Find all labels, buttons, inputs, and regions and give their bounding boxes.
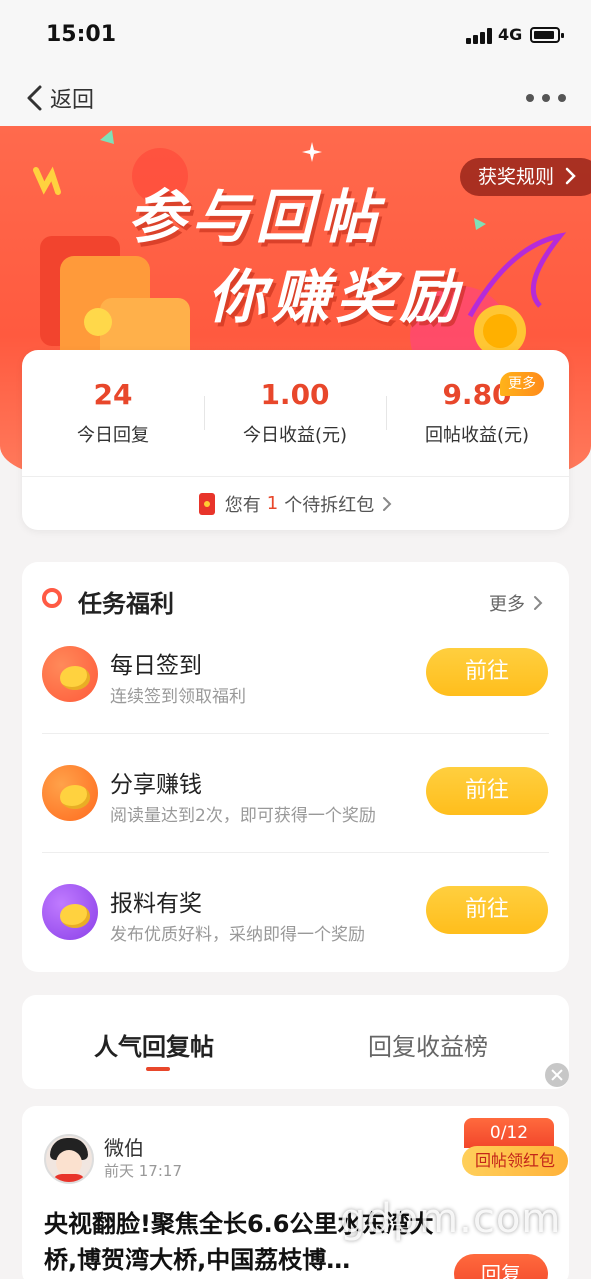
task-benefits-card: 任务福利 更多 每日签到 连续签到领取福利 前往 分享赚钱 阅读量达到2次，即可… [22, 562, 569, 972]
stat-label: 今日收益(元) [242, 425, 348, 446]
more-options-icon[interactable] [526, 90, 566, 106]
section-title: 任务福利 [78, 590, 174, 618]
chevron-right-icon [534, 596, 543, 610]
award-rules-label: 获奖规则 [478, 166, 555, 188]
status-time: 15:01 [46, 22, 117, 47]
post-card[interactable]: 微伯 前天 17:17 0/12 回帖领红包 央视翻脸!聚焦全长6.6公里水东湾… [22, 1106, 569, 1279]
task-desc: 阅读量达到2次，即可获得一个奖励 [110, 806, 376, 826]
nav-bar: 返回 [0, 70, 591, 126]
task-title: 每日签到 [110, 653, 202, 679]
tab-indicator [146, 1067, 170, 1071]
task-title: 分享赚钱 [110, 772, 202, 798]
calendar-checkin-icon [42, 646, 98, 702]
red-packet-icon [198, 492, 215, 515]
tab-earnings-ranking[interactable]: 回复收益榜 [368, 1027, 488, 1062]
ranking-tabs: 人气回复帖 回复收益榜 [22, 995, 569, 1089]
stat-today-earnings: 1.00 今日收益(元) [204, 378, 386, 447]
status-bar: 15:01 4G [0, 0, 591, 70]
go-button-share[interactable]: 前往 [426, 767, 548, 815]
username[interactable]: 微伯 [104, 1132, 144, 1161]
watermark: gdpm.com [340, 1196, 562, 1242]
back-label: 返回 [50, 88, 95, 113]
stat-value: 1.00 [260, 378, 330, 411]
reply-reward-button[interactable]: 回帖领红包 [462, 1146, 568, 1176]
stat-label: 今日回复 [77, 425, 149, 446]
banner-title-line2: 你赚奖励 [207, 263, 464, 331]
red-packet-suffix: 个待拆红包 [284, 494, 375, 516]
battery-icon [530, 27, 564, 43]
tasks-more-label: 更多 [489, 594, 525, 615]
red-packet-prefix: 您有 [224, 494, 261, 516]
post-time: 前天 17:17 [104, 1162, 182, 1180]
network-label: 4G [498, 25, 523, 44]
reply-progress-badge: 0/12 [464, 1118, 554, 1148]
stat-today-replies: 24 今日回复 [22, 378, 204, 447]
go-button-checkin[interactable]: 前往 [426, 648, 548, 696]
divider [42, 733, 549, 734]
megaphone-reward-icon [42, 884, 98, 940]
more-tag[interactable]: 更多 [500, 372, 544, 396]
close-icon[interactable] [545, 1063, 569, 1087]
divider [42, 852, 549, 853]
avatar[interactable] [44, 1134, 94, 1184]
back-button[interactable]: 返回 [24, 80, 94, 116]
stat-label: 回帖收益(元) [424, 425, 530, 446]
task-title: 报料有奖 [110, 891, 202, 917]
reply-button[interactable]: 回复 [454, 1254, 548, 1279]
signal-icon [466, 28, 494, 44]
tasks-more-link[interactable]: 更多 [489, 590, 543, 616]
task-desc: 连续签到领取福利 [110, 687, 246, 707]
task-row-tip: 报料有奖 发布优质好料，采纳即得一个奖励 前往 [22, 856, 569, 974]
task-row-share: 分享赚钱 阅读量达到2次，即可获得一个奖励 前往 [22, 737, 569, 855]
chevron-right-icon [383, 496, 392, 511]
task-desc: 发布优质好料，采纳即得一个奖励 [110, 925, 365, 945]
task-row-checkin: 每日签到 连续签到领取福利 前往 [22, 618, 569, 736]
earnings-stats-card: 24 今日回复 1.00 今日收益(元) 9.80 回帖收益(元) 更多 您有 … [22, 350, 569, 530]
stat-value: 24 [93, 378, 133, 411]
share-money-icon [42, 765, 98, 821]
tab-popular-replies[interactable]: 人气回复帖 [94, 1027, 214, 1062]
section-dot-icon [42, 588, 62, 608]
go-button-tip[interactable]: 前往 [426, 886, 548, 934]
red-packet-count: 1 [266, 493, 279, 514]
award-rules-button[interactable]: 获奖规则 [460, 158, 591, 196]
chevron-left-icon [27, 85, 42, 111]
chevron-right-icon [565, 167, 576, 185]
pending-red-packet-link[interactable]: 您有 1 个待拆红包 [22, 477, 569, 530]
